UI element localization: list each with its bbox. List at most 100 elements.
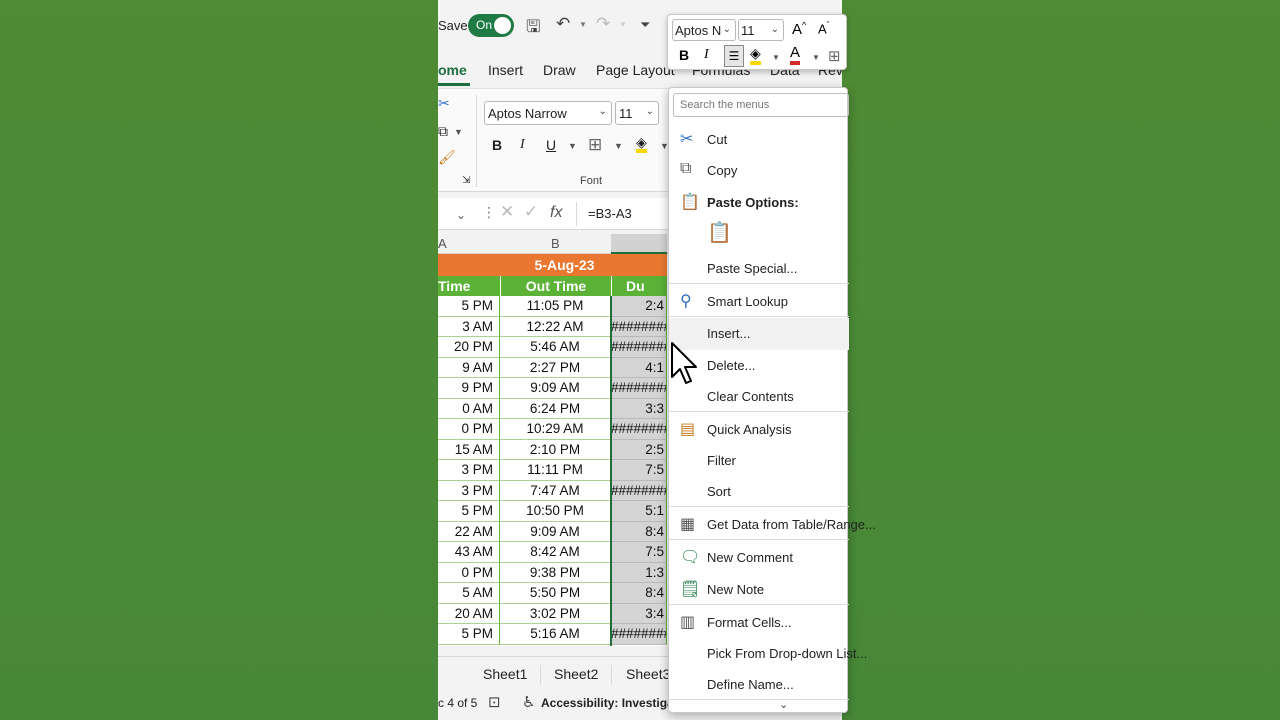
mini-font-color-dropdown-icon[interactable]: ▼ [812,53,820,62]
cancel-entry-icon[interactable]: ✕ [500,202,514,222]
table-cell[interactable]: 15 AM [438,439,500,460]
table-cell[interactable]: 0 AM [438,398,500,419]
tab-insert[interactable]: Insert [488,62,523,78]
menu-item-new-comment[interactable]: 🗨 New Comment [669,542,849,572]
menu-item-sort[interactable]: Sort [669,476,849,506]
table-cell[interactable]: 3 PM [438,460,500,481]
table-cell[interactable]: 7:5 [611,460,667,481]
table-cell[interactable]: 10:50 PM [500,501,611,522]
table-cell[interactable]: ######## [611,624,667,645]
table-cell[interactable]: 5 PM [438,624,500,645]
table-cell[interactable]: 9:09 AM [500,378,611,399]
bold-button[interactable]: B [492,137,502,153]
table-cell[interactable]: 7:5 [611,542,667,563]
menu-search-input[interactable]: Search the menus [673,93,849,117]
tab-home[interactable]: ome [438,62,467,78]
menu-scroll-down-icon[interactable]: ⌄ [779,698,788,711]
table-cell[interactable]: 43 AM [438,542,500,563]
column-header-c[interactable] [611,234,667,254]
table-cell[interactable]: 8:4 [611,521,667,542]
table-cell[interactable]: 1:3 [611,562,667,583]
menu-item-format-cells[interactable]: ▥ Format Cells... [669,607,849,637]
copy-dropdown-icon[interactable]: ▼ [454,127,463,137]
table-cell[interactable]: 20 PM [438,337,500,358]
menu-item-paste-special[interactable]: Paste Special... [669,253,849,283]
table-cell[interactable]: 9 AM [438,357,500,378]
sheet-tab-1[interactable]: Sheet1 [483,666,527,682]
paste-button-icon[interactable]: 📋 [707,220,733,248]
customize-toolbar-icon[interactable]: ⏷ [640,17,650,33]
menu-item-define-name[interactable]: Define Name... [669,669,849,699]
table-cell[interactable]: 5:1 [611,501,667,522]
header-cell-out-time[interactable]: Out Time [500,276,611,296]
formula-input[interactable]: =B3-A3 [588,206,632,221]
table-cell[interactable]: ######## [611,419,667,440]
table-cell[interactable]: 22 AM [438,521,500,542]
table-cell[interactable]: 12:22 AM [500,316,611,337]
menu-item-pick-dropdown[interactable]: Pick From Drop-down List... [669,638,867,668]
menu-item-smart-lookup[interactable]: ⚲ Smart Lookup [669,286,849,316]
borders-dropdown-icon[interactable]: ▼ [614,141,623,151]
table-cell[interactable]: 5:46 AM [500,337,611,358]
mini-fill-dropdown-icon[interactable]: ▼ [772,53,780,62]
menu-item-quick-analysis[interactable]: ▤ Quick Analysis [669,414,849,444]
mini-font-color-button[interactable]: A [790,44,801,65]
mini-font-size-select[interactable]: 11 ⌄ [738,19,784,41]
menu-item-cut[interactable]: ✂ Cut [669,124,849,154]
clipboard-launcher-icon[interactable]: ⇲ [462,175,470,186]
tab-page-layout[interactable]: Page Layout [596,62,675,78]
table-cell[interactable]: 4:1 [611,357,667,378]
table-cell[interactable]: 5:50 PM [500,583,611,604]
table-cell[interactable]: 3:4 [611,603,667,624]
header-cell-in-time[interactable]: Time [438,276,500,296]
underline-button[interactable]: U [546,137,556,153]
table-cell[interactable]: 5:16 AM [500,624,611,645]
table-cell[interactable]: 9:38 PM [500,562,611,583]
table-cell[interactable]: 5 PM [438,296,500,317]
save-icon[interactable]: 🖫 [526,14,540,43]
menu-item-new-note[interactable]: 🗒 New Note [669,574,849,604]
table-cell[interactable]: 3:02 PM [500,603,611,624]
font-size-select[interactable]: 11 ⌄ [615,101,659,125]
redo-dropdown-icon[interactable]: ▼ [619,20,627,29]
shrink-font-button[interactable]: Aˇ [818,20,830,36]
name-box-dropdown-icon[interactable]: ⌄ [456,208,466,222]
more-options-icon[interactable]: ⋮ [482,204,496,221]
sheet-tab-2[interactable]: Sheet2 [554,666,598,682]
table-cell[interactable]: 2:10 PM [500,439,611,460]
table-cell[interactable]: 2:27 PM [500,357,611,378]
table-cell[interactable]: 8:42 AM [500,542,611,563]
redo-icon[interactable]: ↷ [596,14,610,34]
undo-dropdown-icon[interactable]: ▼ [579,20,587,29]
copy-icon[interactable]: ⧉ [438,123,448,140]
font-name-select[interactable]: Aptos Narrow ⌄ [484,101,612,125]
mini-italic-button[interactable]: I [704,47,709,63]
table-cell[interactable]: 20 AM [438,603,500,624]
accessibility-status[interactable]: Accessibility: Investigat [541,696,678,710]
table-cell[interactable]: 3 AM [438,316,500,337]
mini-borders-icon[interactable]: ⊞ [828,47,841,65]
fill-color-icon[interactable]: ◈ [636,135,647,153]
table-cell[interactable]: ######## [611,378,667,399]
mini-fill-color-icon[interactable]: ◈ [750,45,761,65]
table-cell[interactable]: 9 PM [438,378,500,399]
header-cell-duration[interactable]: Du [611,276,667,296]
mini-bold-button[interactable]: B [679,47,689,63]
confirm-entry-icon[interactable]: ✓ [524,202,538,222]
align-center-icon[interactable]: ☰ [724,45,744,67]
grow-font-button[interactable]: A^ [792,20,806,38]
mini-font-name-select[interactable]: Aptos N ⌄ [672,19,736,41]
table-cell[interactable]: 5 PM [438,501,500,522]
italic-button[interactable]: I [520,137,525,153]
table-cell[interactable]: ######## [611,337,667,358]
table-cell[interactable]: 7:47 AM [500,480,611,501]
table-cell[interactable]: 11:05 PM [500,296,611,317]
table-cell[interactable]: 9:09 AM [500,521,611,542]
insert-function-icon[interactable]: fx [550,204,562,222]
table-cell[interactable]: 8:4 [611,583,667,604]
menu-item-get-data[interactable]: ▦ Get Data from Table/Range... [669,509,876,539]
autosave-toggle[interactable]: On [468,14,514,37]
table-cell[interactable]: ######## [611,316,667,337]
cut-icon[interactable]: ✂ [438,95,450,112]
column-header-a[interactable]: A [438,236,447,251]
